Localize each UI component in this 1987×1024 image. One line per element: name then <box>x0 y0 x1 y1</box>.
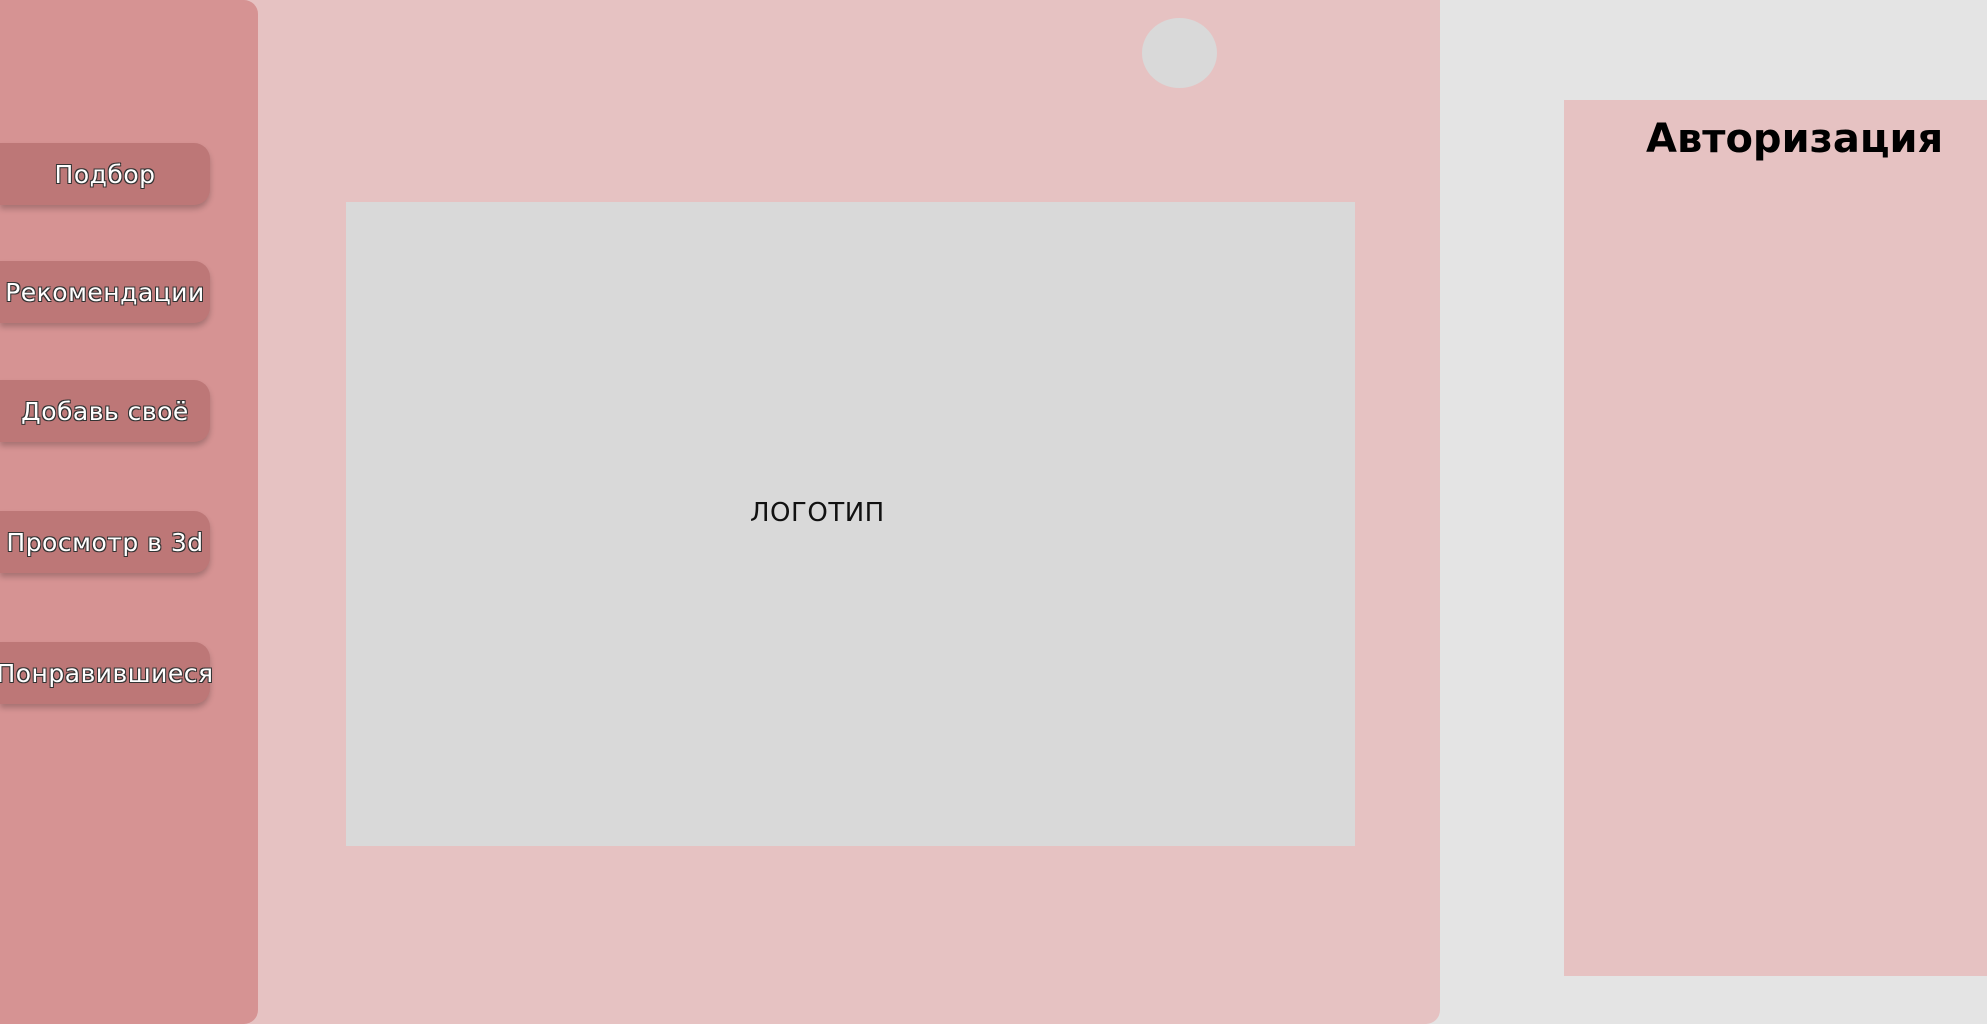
nav-button-recommendations[interactable]: Рекомендации <box>0 261 210 323</box>
main-window: Подбор Рекомендации Добавь своё Просмотр… <box>0 0 1440 1024</box>
auth-title: Авторизация <box>1646 116 1944 162</box>
avatar[interactable] <box>1142 18 1217 88</box>
logo-placeholder: ЛОГОТИП <box>346 202 1355 846</box>
sidebar: Подбор Рекомендации Добавь своё Просмотр… <box>0 0 258 1024</box>
nav-button-add-your-own[interactable]: Добавь своё <box>0 380 210 442</box>
nav-button-selection[interactable]: Подбор <box>0 143 210 205</box>
nav-button-view-3d[interactable]: Просмотр в 3d <box>0 511 210 573</box>
nav-button-label: Рекомендации <box>5 277 205 307</box>
nav-button-favorites[interactable]: Понравившиеся <box>0 642 213 704</box>
nav-button-label: Понравившиеся <box>0 658 214 688</box>
logo-label: ЛОГОТИП <box>750 498 885 528</box>
nav-button-label: Подбор <box>54 159 156 189</box>
auth-panel: Авторизация <box>1564 100 1987 976</box>
nav-button-label: Просмотр в 3d <box>6 527 204 557</box>
nav-button-label: Добавь своё <box>21 396 189 426</box>
